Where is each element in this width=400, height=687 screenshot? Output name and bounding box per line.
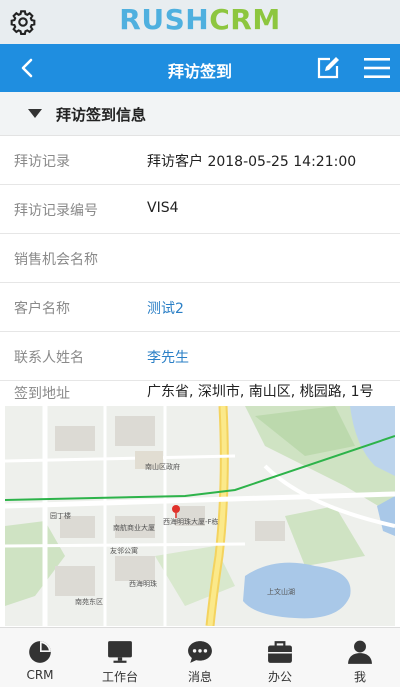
tab-label: 我: [353, 670, 366, 684]
tab-me[interactable]: 我: [320, 628, 400, 687]
map-label: 南苑东区: [75, 597, 103, 606]
caret-down-icon: [28, 109, 42, 118]
tab-messages[interactable]: 消息: [160, 628, 240, 687]
app-logo: RUSHCRM: [0, 3, 400, 36]
person-icon: [348, 640, 372, 664]
section-header[interactable]: 拜访签到信息: [0, 92, 400, 136]
map-label: 友邻公寓: [110, 546, 138, 555]
navigation-bar: 拜访签到: [0, 44, 400, 92]
edit-icon[interactable]: [316, 56, 340, 80]
map-label: 南航商业大厦: [113, 523, 155, 532]
tab-label: 工作台: [101, 670, 138, 684]
field-row-customer-name: 客户名称 测试2: [0, 283, 400, 332]
map-label: 南山区政府: [145, 462, 180, 471]
field-row-visit-record: 拜访记录 拜访客户 2018-05-25 14:21:00: [0, 136, 400, 185]
pie-chart-icon: [29, 641, 51, 663]
map-canvas: 南山区政府 南航商业大厦 西海明珠大厦-F栋 友邻公寓 西海明珠 园丁楼 南苑东…: [5, 406, 395, 626]
map-label: 园丁楼: [50, 511, 71, 520]
logo-crm-text: CRM: [209, 3, 281, 36]
field-row-contact-name: 联系人姓名 李先生: [0, 332, 400, 381]
bottom-tab-bar: CRM 工作台 消息 办公 我: [0, 627, 400, 687]
tab-label: CRM: [26, 668, 54, 682]
contact-link[interactable]: 李先生: [147, 347, 189, 367]
field-label: 拜访记录: [14, 154, 70, 170]
tab-label: 消息: [187, 670, 212, 684]
page-title: 拜访签到: [167, 62, 232, 81]
field-row-checkin-address: 签到地址 广东省, 深圳市, 南山区, 桃园路, 1号: [0, 381, 400, 407]
briefcase-icon: [268, 641, 292, 663]
map-label: 上文山湖: [267, 587, 295, 596]
section-title: 拜访签到信息: [56, 106, 147, 124]
tab-label: 办公: [267, 670, 292, 684]
field-value: 广东省, 深圳市, 南山区, 桃园路, 1号: [147, 384, 374, 400]
menu-icon[interactable]: [364, 56, 390, 80]
field-label: 拜访记录编号: [14, 203, 98, 219]
tab-office[interactable]: 办公: [240, 628, 320, 687]
tab-workbench[interactable]: 工作台: [80, 628, 160, 687]
chat-bubble-icon: [188, 641, 212, 663]
field-label: 客户名称: [14, 301, 70, 317]
map-label: 西海明珠: [129, 579, 157, 588]
field-value: 拜访客户 2018-05-25 14:21:00: [147, 154, 357, 170]
tab-crm[interactable]: CRM: [0, 628, 80, 687]
field-label: 销售机会名称: [14, 252, 98, 268]
field-label: 签到地址: [14, 386, 70, 402]
location-map[interactable]: 南山区政府 南航商业大厦 西海明珠大厦-F栋 友邻公寓 西海明珠 园丁楼 南苑东…: [5, 406, 395, 626]
map-label: 西海明珠大厦-F栋: [163, 517, 219, 526]
app-header: RUSHCRM: [0, 0, 400, 44]
field-row-opportunity-name: 销售机会名称: [0, 234, 400, 283]
field-label: 联系人姓名: [14, 350, 84, 366]
logo-rush-text: RUSH: [119, 3, 210, 36]
monitor-icon: [108, 641, 132, 663]
field-value: VIS4: [147, 200, 179, 216]
customer-link[interactable]: 测试2: [147, 298, 184, 318]
field-row-record-number: 拜访记录编号 VIS4: [0, 185, 400, 234]
